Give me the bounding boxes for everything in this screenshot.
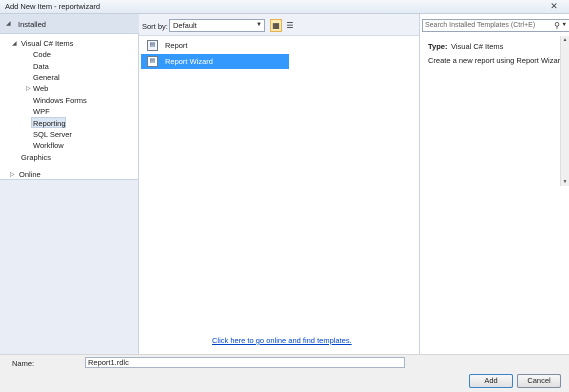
template-toolbar: Sort by: Default ▼ ▦ ☰: [139, 14, 419, 36]
sort-label: Sort by:: [142, 22, 168, 31]
template-item-report-wizard[interactable]: ▤ Report Wizard: [141, 54, 289, 69]
tree-item-web[interactable]: Web: [33, 84, 48, 93]
tree-item-wpf[interactable]: WPF: [33, 107, 50, 116]
report-wizard-icon: ▤: [147, 56, 158, 67]
expand-icon[interactable]: ◢: [12, 40, 17, 47]
window-title: Add New Item - reportwizard: [5, 2, 101, 11]
tree-item-windows-forms[interactable]: Windows Forms: [33, 96, 87, 105]
tree-item-general[interactable]: General: [33, 73, 60, 82]
type-label: Type:: [428, 42, 448, 51]
tree-item-online[interactable]: Online: [19, 170, 41, 179]
template-label: Report Wizard: [165, 57, 213, 66]
name-value: Report1.rdlc: [88, 358, 129, 367]
sort-dropdown[interactable]: Default ▼: [169, 19, 265, 32]
installed-header[interactable]: ◢ Installed: [0, 14, 139, 34]
search-dropdown-icon[interactable]: ▼: [562, 20, 567, 31]
template-item-report[interactable]: ▤ Report: [141, 38, 289, 53]
installed-label: Installed: [18, 20, 46, 29]
collapse-icon[interactable]: ◢: [6, 20, 11, 27]
tree-item-visual-csharp[interactable]: Visual C# Items: [21, 39, 73, 48]
find-online-link[interactable]: Click here to go online and find templat…: [212, 336, 352, 345]
scroll-down-icon[interactable]: ▼: [561, 179, 569, 185]
tree-item-reporting[interactable]: Reporting: [33, 119, 66, 128]
add-button[interactable]: Add: [469, 374, 513, 388]
category-panel: ◢ Installed ◢ Visual C# Items Code Data …: [0, 14, 139, 354]
category-tree: ◢ Visual C# Items Code Data General ▷ We…: [0, 34, 138, 180]
search-icon[interactable]: ⚲: [554, 20, 560, 31]
grid-view-icon[interactable]: ▦: [270, 19, 282, 32]
dialog-footer: Name: Report1.rdlc Add Cancel: [0, 354, 569, 392]
list-view-icon[interactable]: ☰: [284, 19, 296, 32]
sort-value: Default: [173, 21, 197, 30]
report-icon: ▤: [147, 40, 158, 51]
name-field[interactable]: Report1.rdlc: [85, 357, 405, 368]
title-bar: Add New Item - reportwizard ✕: [0, 0, 569, 14]
details-panel: Search Installed Templates (Ctrl+E) ⚲ ▼ …: [419, 14, 569, 354]
name-label: Name:: [12, 359, 35, 368]
tree-item-graphics[interactable]: Graphics: [21, 153, 51, 162]
template-list-panel: Sort by: Default ▼ ▦ ☰ ▤ Report ▤ Report…: [139, 14, 419, 354]
type-value: Visual C# Items: [451, 42, 504, 51]
close-icon[interactable]: ✕: [547, 0, 561, 13]
tree-item-sql-server[interactable]: SQL Server: [33, 130, 72, 139]
expand-web-icon[interactable]: ▷: [26, 85, 31, 92]
tree-item-data[interactable]: Data: [33, 62, 49, 71]
scroll-up-icon[interactable]: ▲: [561, 37, 569, 43]
expand-online-icon[interactable]: ▷: [10, 171, 15, 178]
template-description: Create a new report using Report Wizard: [428, 56, 565, 65]
search-placeholder: Search Installed Templates (Ctrl+E): [425, 22, 536, 29]
tree-item-workflow[interactable]: Workflow: [33, 141, 64, 150]
tree-item-code[interactable]: Code: [33, 50, 51, 59]
search-input[interactable]: Search Installed Templates (Ctrl+E) ⚲ ▼: [422, 19, 569, 32]
template-label: Report: [165, 41, 188, 50]
cancel-button[interactable]: Cancel: [517, 374, 561, 388]
chevron-down-icon: ▼: [256, 22, 262, 28]
details-scrollbar[interactable]: ▲ ▼: [560, 36, 569, 186]
